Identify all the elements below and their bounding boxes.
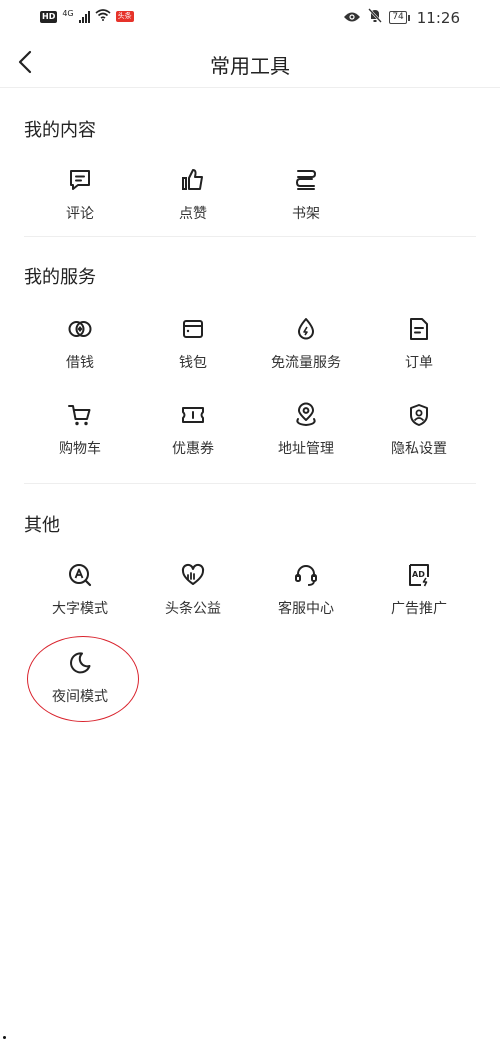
tool-large-text[interactable]: 大字模式: [25, 562, 135, 632]
tool-label: 书架: [292, 206, 320, 222]
network-type: 4G: [62, 9, 74, 18]
mute-bell-icon: [368, 8, 383, 27]
tool-label: 购物车: [59, 441, 101, 457]
thumbs-up-icon: [180, 167, 206, 193]
loan-icon: [67, 316, 93, 342]
page-title: 常用工具: [210, 54, 290, 78]
headset-icon: [293, 562, 319, 588]
tool-label: 隐私设置: [391, 441, 447, 457]
tool-ad[interactable]: AD 广告推广: [364, 562, 474, 632]
tool-label: 订单: [405, 355, 433, 371]
comment-icon: [67, 167, 93, 193]
tool-label: 客服中心: [278, 601, 334, 617]
tool-label: 头条公益: [165, 601, 221, 617]
battery-level: 74: [389, 11, 407, 24]
section-divider: [24, 483, 476, 484]
tool-label: 钱包: [179, 355, 207, 371]
stray-dot: [3, 1036, 6, 1039]
highlight-annotation-circle: [27, 636, 139, 722]
section-title-my-services: 我的服务: [24, 267, 96, 288]
tool-label: 优惠券: [172, 441, 214, 457]
privacy-shield-icon: [406, 402, 432, 428]
bookshelf-icon: [293, 167, 319, 193]
wallet-icon: [180, 316, 206, 342]
svg-text:AD: AD: [412, 570, 425, 579]
charity-heart-icon: [180, 562, 206, 588]
status-left: HD 4G 头条: [40, 9, 134, 24]
tool-label: 地址管理: [278, 441, 334, 457]
tool-label: 点赞: [179, 206, 207, 222]
tool-like[interactable]: 点赞: [138, 167, 248, 237]
tool-comment[interactable]: 评论: [25, 167, 135, 237]
tool-label: 广告推广: [391, 601, 447, 617]
status-right: 74 11:26: [343, 8, 460, 27]
section-title-my-content: 我的内容: [24, 120, 96, 141]
tool-label: 免流量服务: [271, 355, 341, 371]
wifi-icon: [95, 9, 111, 24]
battery-icon: 74: [389, 11, 410, 24]
tool-privacy[interactable]: 隐私设置: [364, 402, 474, 472]
order-document-icon: [406, 316, 432, 342]
tool-order[interactable]: 订单: [364, 316, 474, 386]
tool-coupon[interactable]: 优惠券: [138, 402, 248, 472]
section-divider: [24, 236, 476, 237]
tool-wallet[interactable]: 钱包: [138, 316, 248, 386]
eye-icon: [343, 9, 361, 27]
app-notification-badge: 头条: [115, 11, 134, 22]
navigation-bar: 常用工具: [0, 36, 500, 88]
clock: 11:26: [416, 8, 460, 27]
shopping-cart-icon: [67, 402, 93, 428]
tool-free-data[interactable]: 免流量服务: [251, 316, 361, 386]
tool-label: 评论: [66, 206, 94, 222]
coupon-ticket-icon: [180, 402, 206, 428]
tool-charity[interactable]: 头条公益: [138, 562, 248, 632]
signal-icon: [78, 10, 90, 23]
tool-loan[interactable]: 借钱: [25, 316, 135, 386]
tool-support[interactable]: 客服中心: [251, 562, 361, 632]
status-bar: HD 4G 头条 74 11:26: [0, 0, 500, 36]
tool-cart[interactable]: 购物车: [25, 402, 135, 472]
tool-address[interactable]: 地址管理: [251, 402, 361, 472]
section-title-other: 其他: [24, 515, 60, 536]
water-drop-icon: [293, 316, 319, 342]
tool-label: 借钱: [66, 355, 94, 371]
ad-icon: AD: [406, 562, 432, 588]
hd-indicator: HD: [40, 10, 58, 23]
large-text-icon: [67, 562, 93, 588]
tool-bookshelf[interactable]: 书架: [251, 167, 361, 237]
location-pin-icon: [293, 402, 319, 428]
tool-label: 大字模式: [52, 601, 108, 617]
